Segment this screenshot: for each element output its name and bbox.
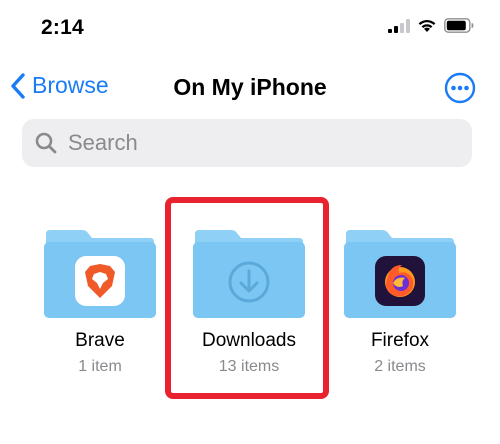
folder-firefox[interactable]: Firefox 2 items bbox=[342, 228, 458, 376]
brave-app-icon bbox=[75, 256, 125, 306]
files-app-screen: 2:14 Browse On My iPhone Search Brave 1 … bbox=[0, 0, 500, 444]
folder-name: Brave bbox=[75, 330, 125, 351]
folder-item-count: 1 item bbox=[78, 358, 122, 375]
search-input[interactable] bbox=[66, 129, 450, 157]
highlight-box bbox=[165, 197, 329, 399]
page-title: On My iPhone bbox=[173, 74, 327, 100]
folder-item-count: 2 items bbox=[374, 358, 426, 375]
status-time: 2:14 bbox=[41, 16, 84, 39]
firefox-app-icon bbox=[375, 256, 425, 306]
more-ellipsis-icon[interactable] bbox=[444, 72, 476, 104]
folder-brave[interactable]: Brave 1 item bbox=[42, 228, 158, 376]
battery-icon bbox=[444, 18, 474, 33]
folder-icon bbox=[42, 228, 158, 320]
search-icon bbox=[35, 132, 57, 154]
folder-name: Firefox bbox=[370, 330, 430, 351]
cellular-signal-icon bbox=[388, 18, 410, 33]
search-bar[interactable] bbox=[22, 119, 472, 167]
status-icons bbox=[388, 18, 474, 33]
wifi-icon bbox=[418, 19, 436, 32]
folder-icon bbox=[342, 228, 458, 320]
